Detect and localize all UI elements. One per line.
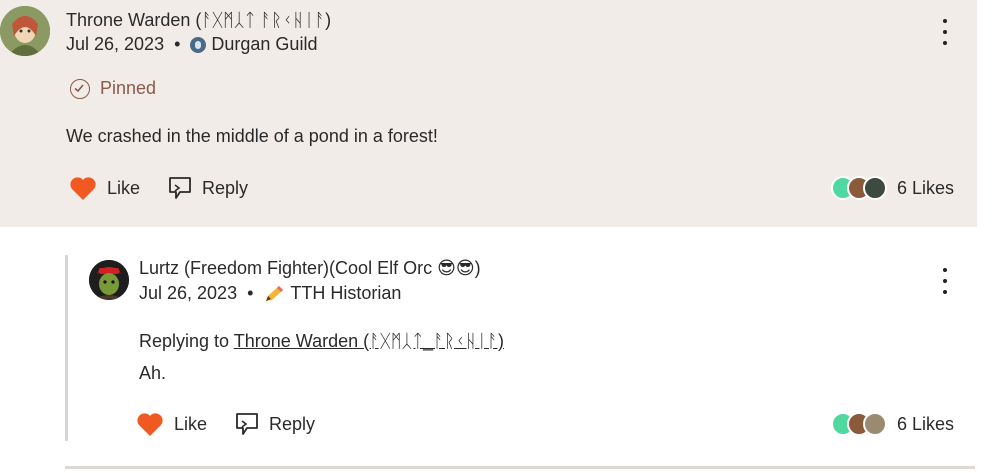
pinned-label: Pinned — [70, 78, 156, 99]
like-button[interactable]: Like — [69, 176, 140, 201]
post-more-menu-icon[interactable] — [935, 19, 955, 45]
separator-dot: • — [174, 34, 181, 54]
divider — [65, 466, 975, 469]
replying-to-link[interactable]: Throne Warden (ᚨᚷᛗᛸᛏ_ᚨᚱᚲᚺᛁᚨ) — [234, 331, 504, 351]
post-body: We crashed in the middle of a pond in a … — [66, 126, 438, 146]
reply-author-name[interactable]: Lurtz (Freedom Fighter)(Cool Elf Orc 😎😎) — [139, 258, 481, 279]
reply-meta: Jul 26, 2023 • TTH Historian — [139, 283, 401, 304]
like-label: Like — [107, 178, 141, 198]
reply-author-avatar[interactable] — [89, 260, 129, 300]
reply-thread-line — [65, 255, 68, 441]
reply-body: Ah. — [139, 363, 167, 383]
reply-button[interactable]: Reply — [168, 176, 248, 201]
reply-badge[interactable]: TTH Historian — [290, 283, 401, 304]
liker-avatars — [831, 412, 887, 436]
liker-avatar — [863, 412, 887, 436]
likes-count: 6 Likes — [897, 177, 955, 198]
reply-label: Reply — [202, 178, 249, 198]
group-name[interactable]: Durgan Guild — [211, 34, 317, 55]
reply-reply-button[interactable]: Reply — [235, 412, 315, 437]
post-meta: Jul 26, 2023 • Durgan Guild — [66, 34, 317, 55]
reply-icon — [169, 177, 191, 199]
post-date[interactable]: Jul 26, 2023 — [66, 34, 164, 55]
reply-like-button[interactable]: Like — [136, 412, 207, 437]
pinned-post: Throne Warden (ᚨᚷᛗᛸᛏ ᚨᚱᚲᚺᛁᚨ) Jul 26, 202… — [0, 0, 977, 227]
reply-label: Reply — [269, 414, 316, 434]
heart-icon — [137, 413, 163, 436]
replying-to-line: Replying to Throne Warden (ᚨᚷᛗᛸᛏ_ᚨᚱᚲᚺᛁᚨ) — [139, 331, 504, 352]
pinned-text: Pinned — [100, 78, 157, 98]
heart-icon — [70, 177, 96, 200]
like-label: Like — [174, 414, 208, 434]
liker-avatars — [831, 176, 887, 200]
replying-prefix: Replying to — [139, 331, 230, 351]
pencil-icon — [266, 285, 284, 301]
reply-more-menu-icon[interactable] — [935, 268, 955, 294]
pinned-check-icon — [70, 78, 90, 99]
likes-summary[interactable]: 6 Likes — [831, 176, 954, 200]
liker-avatar — [863, 176, 887, 200]
avatar-orc-image — [89, 260, 129, 300]
reply-likes-summary[interactable]: 6 Likes — [831, 412, 954, 436]
author-avatar[interactable] — [0, 6, 50, 56]
separator-dot: • — [247, 283, 254, 303]
author-name[interactable]: Throne Warden (ᚨᚷᛗᛸᛏ ᚨᚱᚲᚺᛁᚨ) — [66, 10, 331, 31]
reply-date[interactable]: Jul 26, 2023 — [139, 283, 237, 304]
likes-count: 6 Likes — [897, 413, 955, 434]
guild-badge-icon — [190, 36, 207, 53]
avatar-elf-image — [0, 6, 50, 56]
reply-icon — [236, 413, 258, 435]
